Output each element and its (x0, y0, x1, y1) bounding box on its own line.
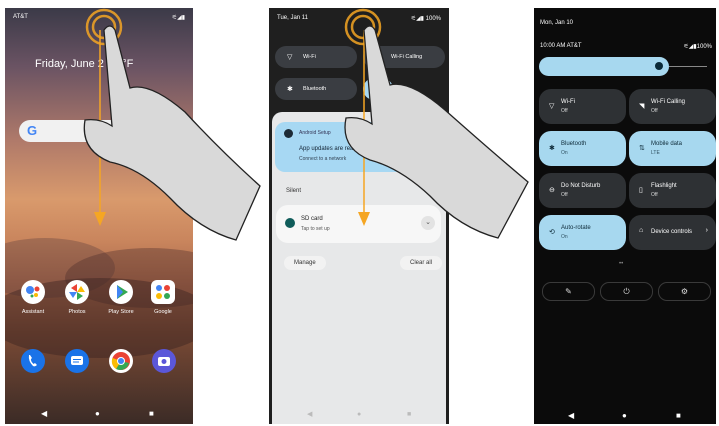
gesture-overlay (83, 8, 529, 241)
hand-pointer-icon (344, 25, 529, 239)
hand-pointer-icon (83, 25, 261, 241)
